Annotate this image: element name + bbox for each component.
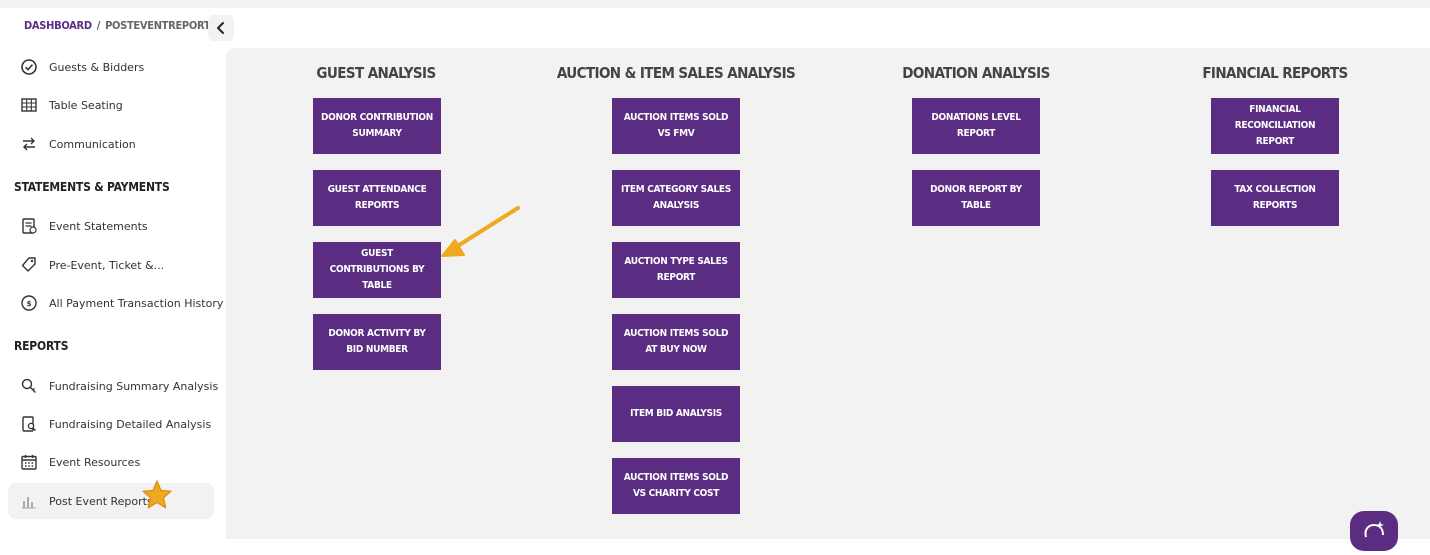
sidebar-item-event-resources[interactable]: Event Resources xyxy=(8,444,214,480)
report-button-donor-activity-by-bid-number[interactable]: DONOR ACTIVITY BY BID NUMBER xyxy=(313,314,441,370)
report-button-item-category-sales-analysis[interactable]: ITEM CATEGORY SALES ANALYSIS xyxy=(612,170,740,226)
bar-chart-icon xyxy=(22,497,36,509)
report-button-donor-contribution-summary[interactable]: DONOR CONTRIBUTION SUMMARY xyxy=(313,98,441,154)
sidebar-item-label: Event Resources xyxy=(49,455,141,469)
sidebar-item-label: Table Seating xyxy=(49,98,123,112)
chat-sparkle-icon xyxy=(1364,521,1384,538)
section-title-statements: STATEMENTS & PAYMENTS xyxy=(14,180,170,194)
chat-support-button[interactable] xyxy=(1350,511,1398,551)
sidebar-item-payment-history[interactable]: $ All Payment Transaction History xyxy=(8,285,223,321)
report-button-item-bid-analysis[interactable]: ITEM BID ANALYSIS xyxy=(612,386,740,442)
sidebar-item-post-event-reports[interactable]: Post Event Reports xyxy=(8,483,214,519)
report-button-auction-items-sold-vs-fmv[interactable]: AUCTION ITEMS SOLD VS FMV xyxy=(612,98,740,154)
breadcrumb-current: POSTEVENTREPORTS xyxy=(105,19,218,32)
table-grid-icon xyxy=(21,98,37,112)
sidebar-item-label: Post Event Reports xyxy=(49,494,153,508)
report-button-financial-reconciliation-report[interactable]: FINANCIAL RECONCILIATION REPORT xyxy=(1211,98,1339,154)
report-button-donations-level-report[interactable]: DONATIONS LEVEL REPORT xyxy=(912,98,1040,154)
sidebar-item-label: All Payment Transaction History xyxy=(49,296,224,310)
star-annotation-icon xyxy=(142,480,172,509)
sidebar-item-label: Communication xyxy=(49,137,136,151)
sidebar-item-table-seating[interactable]: Table Seating xyxy=(8,87,214,123)
column-title-guest-analysis: GUEST ANALYSIS xyxy=(316,64,436,82)
breadcrumb: DASHBOARD / POSTEVENTREPORTS xyxy=(24,19,217,32)
svg-text:$: $ xyxy=(27,300,32,308)
sidebar-item-fundraising-summary[interactable]: Fundraising Summary Analysis xyxy=(8,368,218,404)
column-title-financial-reports: FINANCIAL REPORTS xyxy=(1202,64,1348,82)
section-title-reports: REPORTS xyxy=(14,339,69,353)
report-button-guest-contributions-by-table[interactable]: GUEST CONTRIBUTIONS BY TABLE xyxy=(313,242,441,298)
sidebar-item-fundraising-detailed[interactable]: Fundraising Detailed Analysis xyxy=(8,406,214,442)
magnifier-key-icon xyxy=(21,378,36,393)
sidebar-item-communication[interactable]: Communication xyxy=(8,126,214,162)
column-title-donation-analysis: DONATION ANALYSIS xyxy=(902,64,1050,82)
column-title-auction-item-sales: AUCTION & ITEM SALES ANALYSIS xyxy=(556,64,796,82)
sidebar-item-label: Pre-Event, Ticket &... xyxy=(49,258,165,272)
report-button-donor-report-by-table[interactable]: DONOR REPORT BY TABLE xyxy=(912,170,1040,226)
breadcrumb-separator: / xyxy=(96,19,101,32)
calendar-icon xyxy=(21,455,37,470)
swap-arrows-icon xyxy=(23,137,35,151)
breadcrumb-dashboard-link[interactable]: DASHBOARD xyxy=(24,19,92,32)
sidebar-item-label: Guests & Bidders xyxy=(49,60,145,74)
sidebar: Guests & Bidders Table Seating Communica… xyxy=(0,48,226,539)
collapse-sidebar-button[interactable] xyxy=(208,15,234,41)
sidebar-item-event-statements[interactable]: Event Statements xyxy=(8,208,214,244)
report-button-auction-items-sold-vs-charity-cost[interactable]: AUCTION ITEMS SOLD VS CHARITY COST xyxy=(612,458,740,514)
document-search-icon xyxy=(22,416,36,432)
check-circle-icon xyxy=(21,59,37,75)
statement-icon xyxy=(22,218,37,234)
report-button-guest-attendance-reports[interactable]: GUEST ATTENDANCE REPORTS xyxy=(313,170,441,226)
sidebar-item-guests-bidders[interactable]: Guests & Bidders xyxy=(8,49,214,85)
top-band xyxy=(0,0,1430,8)
tag-icon xyxy=(21,257,36,272)
payment-history-icon: $ xyxy=(21,295,37,311)
reports-content-panel: GUEST ANALYSIS DONOR CONTRIBUTION SUMMAR… xyxy=(226,48,1430,539)
chevron-left-icon xyxy=(217,22,224,34)
report-button-tax-collection-reports[interactable]: TAX COLLECTION REPORTS xyxy=(1211,170,1339,226)
sidebar-item-label: Fundraising Detailed Analysis xyxy=(49,417,212,431)
report-button-auction-type-sales-report[interactable]: AUCTION TYPE SALES REPORT xyxy=(612,242,740,298)
sidebar-item-label: Fundraising Summary Analysis xyxy=(49,379,219,393)
sidebar-item-label: Event Statements xyxy=(49,219,148,233)
report-button-auction-items-sold-at-buy-now[interactable]: AUCTION ITEMS SOLD AT BUY NOW xyxy=(612,314,740,370)
sidebar-item-pre-event-ticket[interactable]: Pre-Event, Ticket &... xyxy=(8,247,214,283)
